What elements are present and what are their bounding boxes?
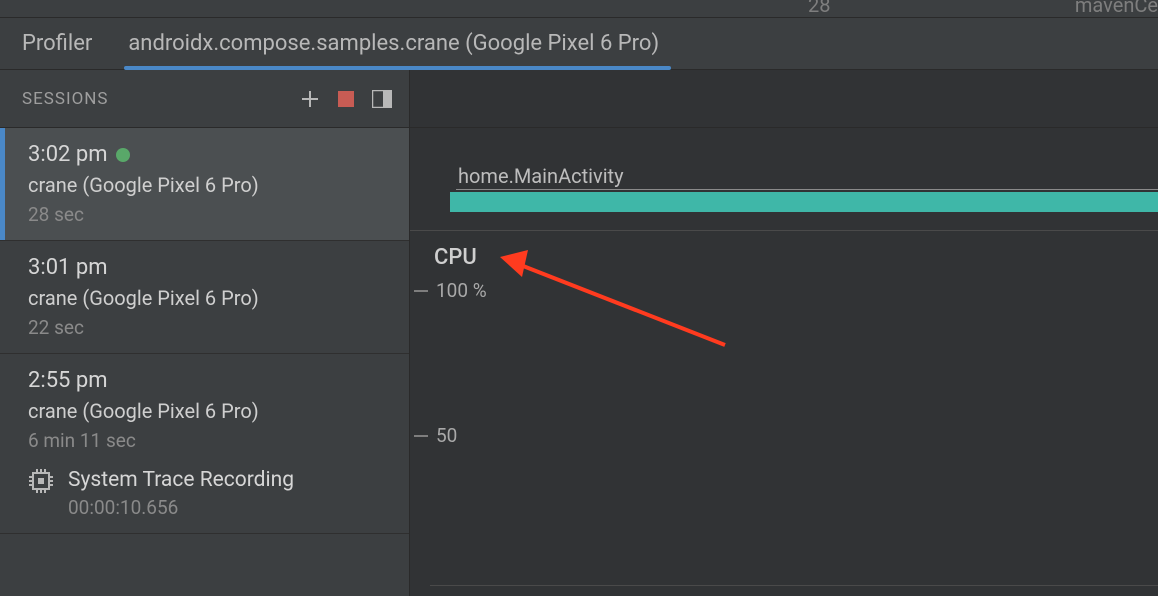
session-duration: 28 sec: [28, 203, 391, 226]
session-time: 3:01 pm: [28, 255, 108, 280]
tick-mark-icon: [414, 290, 428, 292]
session-target: crane (Google Pixel 6 Pro): [28, 399, 391, 423]
sessions-sidebar: SESSIONS 3:02 pm crane (Google Pixel 6 P…: [0, 70, 410, 596]
cpu-tick-50: 50: [414, 424, 457, 447]
stop-icon: [337, 90, 355, 108]
session-item[interactable]: 2:55 pm crane (Google Pixel 6 Pro) 6 min…: [0, 354, 409, 534]
session-time: 3:02 pm: [28, 142, 108, 167]
tick-label: 50: [436, 424, 457, 447]
editor-strip: 28 mavenCe: [0, 0, 1158, 18]
cpu-tick-100: 100 %: [414, 279, 487, 302]
cpu-title: CPU: [434, 245, 477, 270]
recording-time: 00:00:10.656: [68, 496, 294, 519]
tab-profiler-label: Profiler: [22, 31, 92, 56]
session-target: crane (Google Pixel 6 Pro): [28, 286, 391, 310]
session-item[interactable]: 3:02 pm crane (Google Pixel 6 Pro) 28 se…: [0, 128, 409, 241]
add-session-button[interactable]: [295, 84, 325, 114]
session-duration: 22 sec: [28, 316, 391, 339]
timeline-header: [410, 70, 1158, 128]
tab-process[interactable]: androidx.compose.samples.crane (Google P…: [124, 18, 663, 70]
session-item[interactable]: 3:01 pm crane (Google Pixel 6 Pro) 22 se…: [0, 241, 409, 354]
tick-mark-icon: [414, 435, 428, 437]
sessions-list: 3:02 pm crane (Google Pixel 6 Pro) 28 se…: [0, 128, 409, 596]
layout-toggle-button[interactable]: [367, 84, 397, 114]
tab-profiler[interactable]: Profiler: [18, 18, 96, 70]
sessions-header: SESSIONS: [0, 70, 409, 128]
profiler-content[interactable]: home.MainActivity CPU 100 % 50: [410, 70, 1158, 596]
tab-process-label: androidx.compose.samples.crane (Google P…: [128, 31, 659, 56]
activity-bar: [450, 192, 1158, 212]
line-number: 28: [808, 0, 830, 17]
session-time: 2:55 pm: [28, 368, 108, 393]
cpu-chip-icon: [28, 468, 54, 494]
recording-title: System Trace Recording: [68, 468, 294, 492]
session-target: crane (Google Pixel 6 Pro): [28, 173, 391, 197]
live-indicator-icon: [116, 148, 130, 162]
tick-label: 100 %: [436, 279, 487, 302]
track-divider: [430, 585, 1158, 586]
profiler-tabbar: Profiler androidx.compose.samples.crane …: [0, 18, 1158, 70]
recording-entry[interactable]: System Trace Recording 00:00:10.656: [28, 468, 391, 519]
code-fragment: mavenCe: [1075, 0, 1158, 17]
activity-track[interactable]: home.MainActivity: [450, 186, 1158, 212]
session-duration: 6 min 11 sec: [28, 429, 391, 452]
sessions-title: SESSIONS: [22, 89, 108, 109]
panel-icon: [372, 90, 392, 108]
stop-session-button[interactable]: [331, 84, 361, 114]
activity-underline: [456, 189, 1158, 190]
plus-icon: [301, 90, 319, 108]
cpu-track[interactable]: CPU 100 % 50: [410, 230, 1158, 596]
activity-label: home.MainActivity: [458, 164, 624, 188]
